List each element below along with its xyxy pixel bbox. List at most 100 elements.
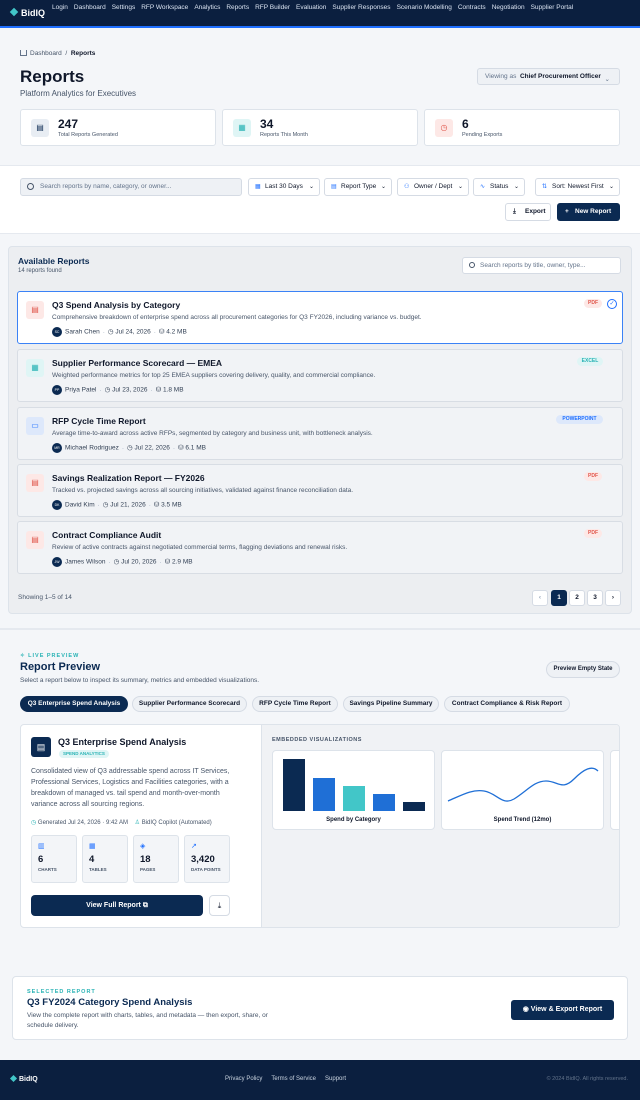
viz-spend-by-category[interactable]: Spend by Category — [272, 750, 435, 830]
embedded-heading: EMBEDDED VISUALIZATIONS — [272, 737, 362, 743]
tab-q3-enterprise-spend[interactable]: Q3 Enterprise Spend Analysis — [20, 696, 128, 712]
pdf-file-icon: ▤ — [26, 474, 44, 492]
footer-link-support[interactable]: Support — [325, 1076, 346, 1082]
preview-meta: ◷ Generated Jul 24, 2026 · 9:42 AM ♙ Bid… — [31, 820, 212, 826]
footer: BidIQ Privacy Policy Terms of Service Supp… — [0, 1060, 640, 1100]
sort-icon: ⇅ — [542, 184, 548, 190]
users-icon: ⚇ — [404, 184, 410, 190]
nav-link-settings[interactable]: Settings — [112, 4, 136, 11]
bar-chart-icon: ▥ — [38, 843, 45, 850]
viz-spend-trend[interactable]: Spend Trend (12mo) — [441, 750, 604, 830]
view-export-button[interactable]: ◉ View & Export Report — [511, 1000, 614, 1020]
footer-link-privacy[interactable]: Privacy Policy — [225, 1076, 262, 1082]
next-page-button[interactable]: › — [605, 590, 621, 606]
viz-partial-card[interactable] — [610, 750, 619, 830]
report-type-filter[interactable]: ▤ Report Type ⌄ — [324, 178, 392, 196]
page-button-3[interactable]: 3 — [587, 590, 603, 606]
preview-description: Consolidated view of Q3 addressable spen… — [31, 768, 230, 808]
stat-card-month: ▦ 34 Reports This Month — [222, 109, 418, 146]
breadcrumb: Dashboard / Reports — [20, 50, 95, 57]
nav-link-supplier-responses[interactable]: Supplier Responses — [332, 4, 390, 11]
storage-icon: ⛁ — [158, 328, 165, 336]
preview-report-title: Q3 Enterprise Spend Analysis — [58, 737, 187, 747]
category-badge: SPEND ANALYTICS — [59, 750, 109, 758]
view-full-report-button[interactable]: View Full Report ⧉ — [31, 895, 203, 916]
nav-link-rfp-builder[interactable]: RFP Builder — [255, 4, 290, 11]
excel-file-icon: ▦ — [26, 359, 44, 377]
storage-icon: ⛁ — [153, 501, 160, 509]
nav-link-reports[interactable]: Reports — [226, 4, 249, 11]
top-nav: BidIQ Login Dashboard Settings RFP Workspac… — [0, 0, 640, 28]
activity-icon: ∿ — [480, 184, 486, 190]
format-badge: EXCEL — [577, 357, 603, 366]
sort-select[interactable]: ⇅ Sort: Newest First ⌄ — [535, 178, 620, 196]
clock-icon: ◷ — [102, 501, 109, 509]
report-search-input[interactable]: Search reports by name, category, or own… — [20, 178, 242, 196]
new-report-button[interactable]: + New Report — [557, 203, 620, 221]
format-badge: POWERPOINT — [556, 415, 603, 424]
date-filter[interactable]: ▦ Last 30 Days ⌄ — [248, 178, 320, 196]
download-button[interactable]: ⤓ — [209, 895, 230, 916]
footer-logo[interactable]: BidIQ — [9, 1074, 38, 1083]
avatar: SC — [52, 327, 62, 337]
page-button-2[interactable]: 2 — [569, 590, 585, 606]
search-icon — [27, 183, 34, 190]
embedded-visualizations: EMBEDDED VISUALIZATIONS Spend by Categor… — [261, 725, 619, 927]
owner-filter[interactable]: ⚇ Owner / Dept ⌄ — [397, 178, 469, 196]
storage-icon: ⛁ — [155, 386, 162, 394]
panel-search-input[interactable]: Search reports by title, owner, type... — [462, 257, 621, 274]
report-card[interactable]: ▤ Contract Compliance Audit Review of ac… — [17, 521, 623, 574]
tab-supplier-performance[interactable]: Supplier Performance Scorecard — [132, 696, 247, 712]
report-preview-subtitle: Select a report below to inspect its sum… — [20, 677, 260, 684]
bar — [313, 778, 335, 811]
chevron-down-icon: ⌄ — [608, 184, 614, 190]
clock-icon: ◷ — [107, 328, 114, 336]
storage-icon: ⛁ — [178, 444, 184, 452]
trend-icon: ↗ — [191, 843, 197, 850]
nav-link-rfp-workspace[interactable]: RFP Workspace — [141, 4, 188, 11]
export-button[interactable]: ⤓ Export — [505, 203, 551, 221]
tab-savings-pipeline[interactable]: Savings Pipeline Summary — [343, 696, 439, 712]
nav-link-evaluation[interactable]: Evaluation — [296, 4, 326, 11]
nav-link-analytics[interactable]: Analytics — [194, 4, 220, 11]
nav-link-supplier-portal[interactable]: Supplier Portal — [531, 4, 574, 11]
chevron-left-icon: ‹ — [538, 594, 542, 601]
report-preview-title: Report Preview — [20, 661, 101, 673]
tab-contract-compliance[interactable]: Contract Compliance & Risk Report — [444, 696, 570, 712]
report-card[interactable]: ▭ RFP Cycle Time Report Average time-to-… — [17, 407, 623, 460]
storage-icon: ⛁ — [164, 558, 171, 566]
home-icon — [20, 50, 27, 56]
breadcrumb-dashboard[interactable]: Dashboard — [30, 50, 62, 57]
pdf-file-icon: ▤ — [26, 531, 44, 549]
brand-logo[interactable]: BidIQ — [9, 7, 45, 18]
check-circle-icon: ✓ — [607, 299, 617, 309]
nav-link-dashboard[interactable]: Dashboard — [74, 4, 106, 11]
search-icon — [469, 262, 475, 268]
role-selector[interactable]: Viewing as Chief Procurement Officer ⌄ — [477, 68, 620, 85]
calendar-icon: ▦ — [255, 184, 261, 190]
page-button-1[interactable]: 1 — [551, 590, 567, 606]
footer-link-terms[interactable]: Terms of Service — [271, 1076, 316, 1082]
metric-data-points: ↗ 3,420 DATA POINTS — [184, 835, 230, 883]
metric-pages: ◈ 18 PAGES — [133, 835, 179, 883]
tab-rfp-cycle-time[interactable]: RFP Cycle Time Report — [252, 696, 338, 712]
copyright: © 2024 BidIQ. All rights reserved. — [546, 1076, 628, 1082]
clock-icon: ◷ — [104, 386, 111, 394]
preview-empty-state-button[interactable]: Preview Empty State — [546, 661, 620, 678]
report-card[interactable]: ▦ Supplier Performance Scorecard — EMEA … — [17, 349, 623, 402]
section-divider — [0, 628, 640, 630]
report-card[interactable]: ▤ Savings Realization Report — FY2026 Tr… — [17, 464, 623, 517]
nav-link-scenario-modelling[interactable]: Scenario Modelling — [397, 4, 452, 11]
report-card[interactable]: ▤ Q3 Spend Analysis by Category Comprehe… — [17, 291, 623, 344]
filter-band — [0, 165, 640, 234]
nav-link-negotiation[interactable]: Negotiation — [492, 4, 525, 11]
stat-card-total: ▤ 247 Total Reports Generated — [20, 109, 216, 146]
chevron-down-icon: ⌄ — [308, 184, 314, 190]
stat-card-pending: ◷ 6 Pending Exports — [424, 109, 620, 146]
layers-icon: ◈ — [140, 843, 146, 850]
nav-link-login[interactable]: Login — [52, 4, 68, 11]
status-filter[interactable]: ∿ Status ⌄ — [473, 178, 525, 196]
prev-page-button[interactable]: ‹ — [532, 590, 548, 606]
clock-icon: ◷ — [113, 558, 120, 566]
nav-link-contracts[interactable]: Contracts — [458, 4, 486, 11]
